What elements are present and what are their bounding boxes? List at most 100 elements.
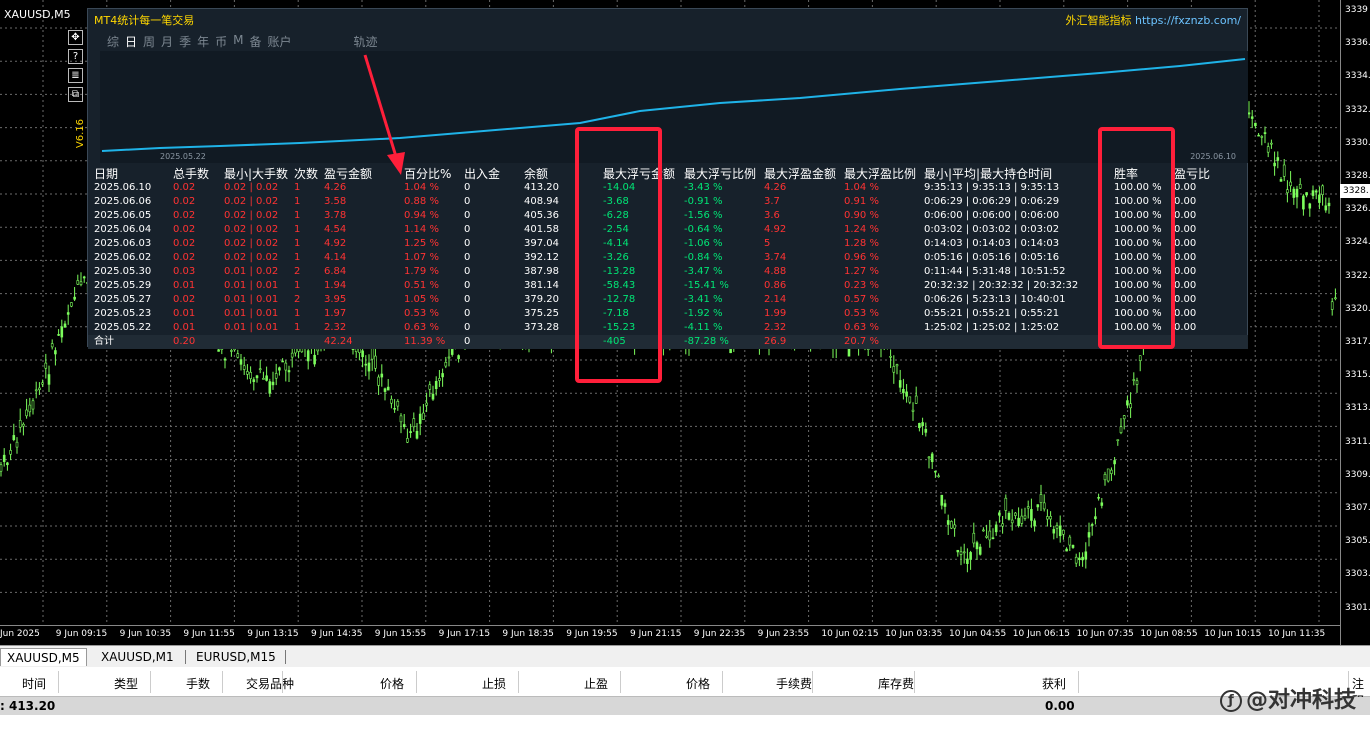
- candle-body: [911, 409, 915, 412]
- terminal-column-header[interactable]: 时间: [22, 675, 46, 692]
- candle-body: [82, 276, 86, 279]
- candle-body: [1055, 525, 1059, 529]
- candle-body: [1247, 112, 1251, 115]
- terminal-column-header[interactable]: 手续费: [776, 675, 812, 692]
- table-cell: 1: [294, 252, 301, 263]
- candle-body: [364, 363, 368, 366]
- candle-body: [1292, 188, 1296, 198]
- period-tab[interactable]: 综: [104, 33, 122, 50]
- candle-body: [1257, 134, 1260, 137]
- table-cell: 0.51 %: [404, 280, 439, 291]
- terminal-column-header[interactable]: 获利: [1042, 675, 1066, 692]
- table-cell: 20:32:32 | 20:32:32 | 20:32:32: [924, 280, 1079, 291]
- column-header: 总手数: [173, 167, 210, 181]
- terminal-column-header[interactable]: 价格: [686, 675, 710, 692]
- side-toolbar: ✥? ≣ ⧉: [68, 30, 86, 106]
- total-cell: 11.39 %: [404, 336, 446, 347]
- move-icon[interactable]: ✥: [68, 30, 83, 45]
- candle-body: [47, 374, 51, 385]
- terminal-column-header[interactable]: 交易品种: [246, 675, 294, 692]
- period-tab[interactable]: 周: [140, 33, 158, 50]
- candle-body: [252, 379, 256, 383]
- terminal-column-header[interactable]: 库存费: [878, 675, 914, 692]
- terminal-balance-row[interactable]: : 413.20 0.00: [0, 697, 1370, 715]
- table-cell: 0.01 | 0.01: [224, 308, 279, 319]
- table-cell: 2025.06.06: [94, 196, 152, 207]
- candle-body: [1263, 132, 1267, 134]
- candle-body: [1110, 469, 1113, 474]
- table-cell: 1.07 %: [404, 252, 439, 263]
- candle-body: [284, 362, 288, 371]
- table-cell: 4.54: [324, 224, 347, 235]
- terminal-column-header[interactable]: 止损: [482, 675, 506, 692]
- period-tab[interactable]: 季: [176, 33, 194, 50]
- period-tab[interactable]: 年: [194, 33, 212, 50]
- candle-body: [991, 537, 995, 539]
- table-cell: 2025.06.02: [94, 252, 152, 263]
- chart-tab-eurusd-m15[interactable]: EURUSD,M15: [190, 648, 282, 666]
- candle-body: [418, 413, 422, 424]
- candle-body: [943, 503, 947, 507]
- table-row: 2025.06.10 0.02 0.02 | 0.02 1 4.26 1.04 % 0 413…: [88, 181, 1248, 195]
- period-tab[interactable]: 币: [212, 33, 230, 50]
- curve-start-date: 2025.05.22: [160, 152, 206, 161]
- table-cell: -3.43 %: [684, 182, 723, 193]
- chart-tab-xauusd-m5[interactable]: XAUUSD,M5: [0, 648, 87, 666]
- terminal-column-header[interactable]: 手数: [186, 675, 210, 692]
- table-cell: 2025.05.30: [94, 266, 152, 277]
- terminal-column-header[interactable]: 止盈: [584, 675, 608, 692]
- table-cell: 1.25 %: [404, 238, 439, 249]
- candle-body: [1084, 551, 1088, 560]
- price-axis[interactable]: 3339 3336. 3334. 3332. 3330. 3328. 3326. 3324. 3…: [1340, 0, 1370, 645]
- candle-body: [9, 450, 12, 455]
- period-tab[interactable]: 月: [158, 33, 176, 50]
- table-cell: 3.78: [324, 210, 347, 221]
- price-tick-label: 3311.: [1345, 436, 1370, 447]
- candle-body: [1132, 379, 1136, 381]
- candle-body: [41, 382, 44, 385]
- tab-separator: [185, 650, 186, 664]
- time-tick-label: 10 Jun 07:35: [1076, 629, 1134, 639]
- period-tab[interactable]: 轨迹: [351, 33, 381, 50]
- table-cell: 3.7: [764, 196, 780, 207]
- equity-curve-line: [101, 58, 1246, 152]
- help-icon[interactable]: ?: [68, 49, 83, 64]
- period-tab[interactable]: M: [230, 33, 246, 50]
- table-cell: -0.84 %: [684, 252, 723, 263]
- price-tick-label: 3326.: [1345, 204, 1370, 215]
- table-cell: 387.98: [524, 266, 559, 277]
- table-cell: 375.25: [524, 308, 559, 319]
- time-tick-label: 9 Jun 19:55: [566, 629, 618, 639]
- candle-body: [390, 398, 393, 404]
- period-tab[interactable]: 账户: [264, 33, 294, 50]
- total-cell: -87.28 %: [684, 336, 729, 347]
- terminal-column-header[interactable]: 类型: [114, 675, 138, 692]
- table-cell: -4.11 %: [684, 322, 723, 333]
- table-cell: 1: [294, 224, 301, 235]
- window-icon[interactable]: ⧉: [68, 87, 83, 102]
- candle-body: [258, 368, 262, 371]
- table-cell: 0.00: [1174, 210, 1197, 221]
- table-cell: 0: [464, 182, 471, 193]
- candle-body: [1314, 190, 1318, 193]
- table-cell: 2: [294, 266, 301, 277]
- table-cell: 2025.06.05: [94, 210, 152, 221]
- terminal-column-header[interactable]: 价格: [380, 675, 404, 692]
- table-cell: 2025.05.22: [94, 322, 152, 333]
- candle-body: [1279, 179, 1283, 182]
- candle-body: [441, 373, 444, 378]
- candle-body: [73, 296, 76, 300]
- candle-body: [1138, 355, 1142, 361]
- chart-tab-xauusd-m1[interactable]: XAUUSD,M1: [95, 648, 180, 666]
- period-tab[interactable]: 备: [246, 33, 264, 50]
- time-axis[interactable]: Jun 2025 9 Jun 09:15 9 Jun 10:35 9 Jun 11:5…: [0, 625, 1340, 645]
- equity-curve-svg: [101, 58, 1246, 152]
- list-icon[interactable]: ≣: [68, 68, 83, 83]
- period-tabs: 综日周月季年币 M 备账户 轨迹: [104, 33, 381, 50]
- candle-body: [2, 454, 6, 462]
- site-url-link[interactable]: https://fxznzb.com/: [1135, 14, 1241, 27]
- period-tab[interactable]: 日: [122, 33, 140, 50]
- column-separator: [58, 671, 59, 693]
- time-tick-label: 9 Jun 17:15: [438, 629, 491, 639]
- time-tick-label: 9 Jun 10:35: [119, 629, 172, 639]
